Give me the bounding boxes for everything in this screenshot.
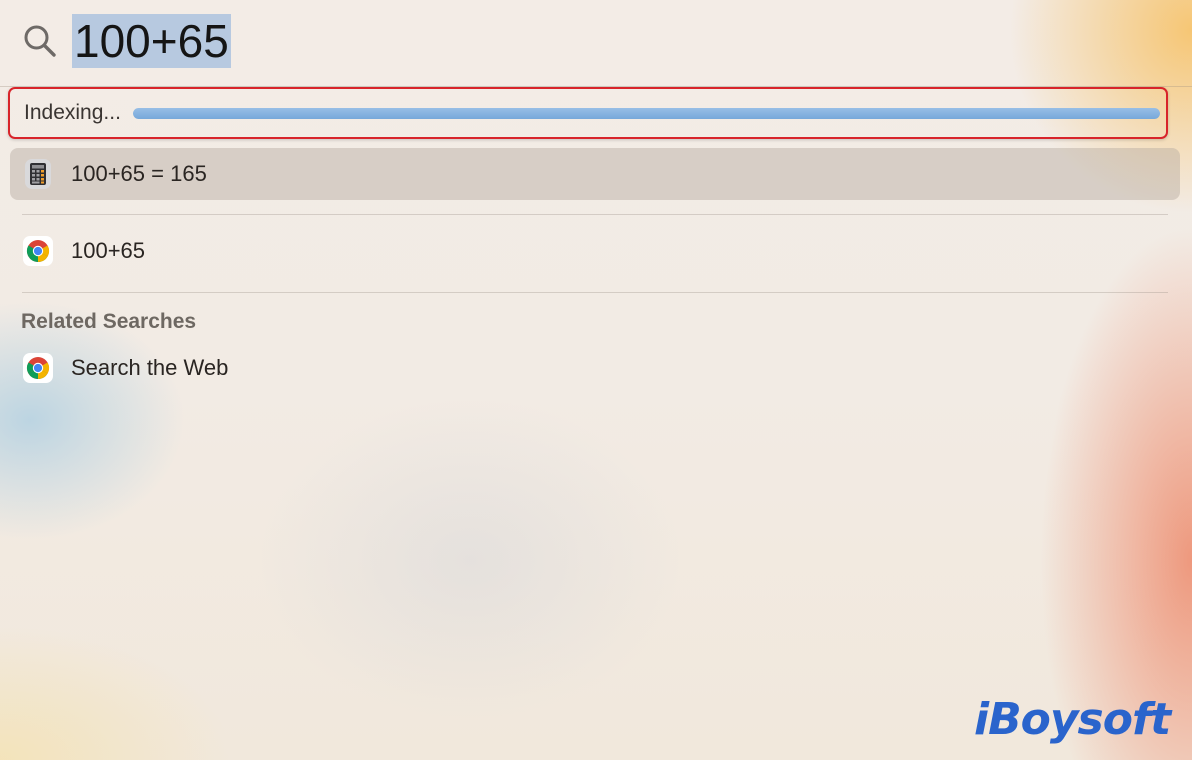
indexing-status-highlight: Indexing... <box>8 87 1168 139</box>
related-searches-header: Related Searches <box>21 310 197 333</box>
result-chrome-query[interactable]: 100+65 <box>10 225 1180 277</box>
related-divider <box>22 292 1168 293</box>
results-divider <box>22 214 1168 215</box>
search-query-text[interactable]: 100+65 <box>72 14 231 68</box>
chrome-icon <box>23 236 53 266</box>
indexing-progress-fill <box>132 107 1160 119</box>
chrome-icon <box>23 353 53 383</box>
result-calculator[interactable]: 100+65 = 165 <box>10 148 1180 200</box>
related-search-web[interactable]: Search the Web <box>10 342 1180 394</box>
search-bar[interactable]: 100+65 <box>22 14 231 68</box>
calculator-icon <box>25 159 51 189</box>
result-chrome-label: 100+65 <box>71 238 146 263</box>
iboysoft-watermark-logo: iBoysoft <box>974 694 1171 745</box>
related-search-web-label: Search the Web <box>71 355 229 380</box>
indexing-label: Indexing... <box>24 101 121 124</box>
indexing-progress-bar <box>132 107 1160 119</box>
search-icon <box>24 25 56 57</box>
spotlight-window: 100+65 Indexing... 100+65 = 165 100+65 R… <box>0 0 1192 760</box>
result-calculator-label: 100+65 = 165 <box>71 161 207 186</box>
